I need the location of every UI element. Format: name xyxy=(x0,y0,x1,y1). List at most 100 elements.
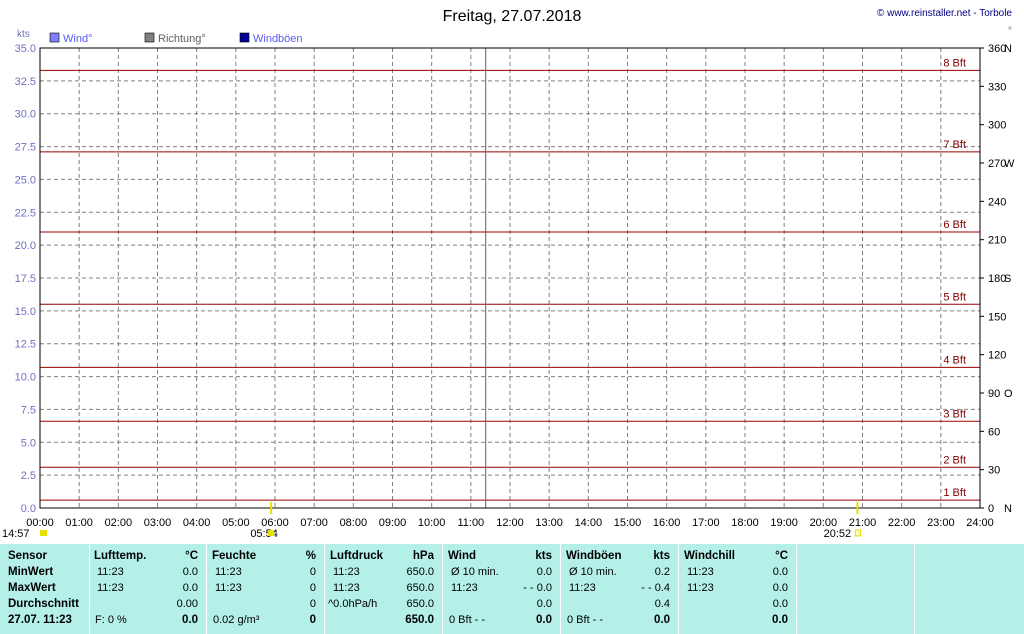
max-value: 650.0 xyxy=(406,582,434,594)
column-title: Windböen xyxy=(566,550,622,562)
avg-value: 650.0 xyxy=(406,598,434,610)
legend-label: Windböen xyxy=(253,33,303,45)
y-left-tick-label: 25.0 xyxy=(15,174,36,186)
x-tick-label: 21:00 xyxy=(849,517,877,529)
current-note: F: 0 % xyxy=(95,614,127,626)
legend-swatch xyxy=(239,32,250,43)
x-tick-label: 24:00 xyxy=(966,517,994,529)
current-value: 0.0 xyxy=(182,614,198,626)
sunset-label: 20:52 xyxy=(824,528,852,540)
y-left-tick-label: 15.0 xyxy=(15,306,36,318)
current-value: 0.0 xyxy=(654,614,670,626)
y-right-direction-label: O xyxy=(1004,388,1013,400)
beaufort-label: 6 Bft xyxy=(943,219,966,231)
y-right-tick-label: 210 xyxy=(988,235,1006,247)
y-left-unit: kts xyxy=(17,29,30,40)
sensor-column: Lufttemp. °C 11:23 0.0 11:23 0.0 0.00 F: 0 % 0.0 xyxy=(89,544,207,634)
legend-swatch xyxy=(49,32,60,43)
current-note: 0.02 g/m³ xyxy=(213,614,260,626)
x-tick-label: 00:00 xyxy=(26,517,54,529)
x-tick-label: 01:00 xyxy=(65,517,93,529)
max-time: 11:23 xyxy=(569,582,596,594)
chart-title: Freitag, 27.07.2018 xyxy=(443,8,582,25)
x-tick-label: 16:00 xyxy=(653,517,681,529)
current-value: 0 xyxy=(309,614,316,626)
y-left-tick-label: 10.0 xyxy=(15,372,36,384)
max-time: 11:23 xyxy=(333,582,360,594)
min-time: 11:23 xyxy=(215,566,242,578)
max-value: 0.0 xyxy=(772,582,788,594)
y-left-tick-label: 35.0 xyxy=(15,43,36,55)
avg-trend: ^0.0hPa/h xyxy=(328,598,378,610)
column-unit: % xyxy=(305,550,316,562)
x-tick-label: 03:00 xyxy=(144,517,172,529)
beaufort-label: 7 Bft xyxy=(943,139,966,151)
beaufort-label: 4 Bft xyxy=(943,354,966,366)
min-value: 0.0 xyxy=(182,566,198,578)
sunrise-dot xyxy=(268,530,275,536)
column-unit: kts xyxy=(653,550,670,562)
min-value: 0.0 xyxy=(772,566,788,578)
min-time: 11:23 xyxy=(333,566,360,578)
min-value: 0 xyxy=(309,566,316,578)
y-left-tick-label: 7.5 xyxy=(21,404,36,416)
current-note: 0 Bft - - xyxy=(567,614,604,626)
row-label-current: 27.07. 11:23 xyxy=(8,614,72,626)
row-label-column: Sensor MinWert MaxWert Durchschnitt 27.0… xyxy=(0,544,90,634)
x-tick-label: 07:00 xyxy=(300,517,328,529)
max-value: - - 0.4 xyxy=(641,582,670,594)
y-right-direction-label: N xyxy=(1004,43,1012,55)
column-unit: °C xyxy=(185,550,198,562)
x-tick-label: 05:00 xyxy=(222,517,250,529)
row-label-avg: Durchschnitt xyxy=(8,598,79,610)
y-left-tick-label: 0.0 xyxy=(21,503,36,515)
x-tick-label: 18:00 xyxy=(731,517,759,529)
row-label-max: MaxWert xyxy=(8,582,56,594)
y-left-tick-label: 27.5 xyxy=(15,142,36,154)
day-start-label: 14:57 xyxy=(2,528,30,540)
y-right-direction-label: S xyxy=(1004,273,1011,285)
max-time: 11:23 xyxy=(451,582,478,594)
y-right-unit: ° xyxy=(1008,26,1012,37)
y-left-tick-label: 30.0 xyxy=(15,109,36,121)
column-title: Wind xyxy=(448,550,476,562)
avg-value: 0 xyxy=(309,598,316,610)
y-right-direction-label: N xyxy=(1004,503,1012,515)
avg-value: 0.0 xyxy=(536,598,552,610)
x-tick-label: 23:00 xyxy=(927,517,955,529)
x-tick-label: 19:00 xyxy=(770,517,798,529)
max-time: 11:23 xyxy=(97,582,124,594)
row-label-sensor: Sensor xyxy=(8,550,47,562)
max-value: - - 0.0 xyxy=(523,582,552,594)
min-time: Ø 10 min. xyxy=(451,566,499,578)
y-left-tick-label: 20.0 xyxy=(15,240,36,252)
sensor-column: Wind kts Ø 10 min. 0.0 11:23 - - 0.0 0.0 0 Bft … xyxy=(443,544,561,634)
sunset-dot xyxy=(854,529,861,537)
max-value: 0.0 xyxy=(182,582,198,594)
min-value: 0.2 xyxy=(654,566,670,578)
sensor-column: Feuchte% 11:23 0 11:23 0 0 0.02 g/m³ 0 xyxy=(207,544,325,634)
beaufort-label: 2 Bft xyxy=(943,454,966,466)
y-left-tick-label: 12.5 xyxy=(15,339,36,351)
x-tick-label: 02:00 xyxy=(105,517,133,529)
sensor-column: Windchill °C 11:23 0.0 11:23 0.0 0.0 0.0 xyxy=(679,544,797,634)
y-right-tick-label: 0 xyxy=(988,503,994,515)
y-right-tick-label: 60 xyxy=(988,426,1000,438)
avg-value: 0.4 xyxy=(654,598,670,610)
column-unit: °C xyxy=(775,550,788,562)
min-time: 11:23 xyxy=(97,566,124,578)
min-time: Ø 10 min. xyxy=(569,566,617,578)
x-tick-label: 12:00 xyxy=(496,517,524,529)
x-tick-label: 08:00 xyxy=(340,517,368,529)
column-unit: hPa xyxy=(412,550,434,562)
column-title: Luftdruck xyxy=(330,550,384,562)
sensor-table: Sensor MinWert MaxWert Durchschnitt 27.0… xyxy=(0,544,1024,634)
y-right-tick-label: 150 xyxy=(988,311,1006,323)
x-tick-label: 09:00 xyxy=(379,517,407,529)
column-title: Windchill xyxy=(684,550,736,562)
y-right-tick-label: 300 xyxy=(988,120,1006,132)
min-value: 0.0 xyxy=(536,566,552,578)
legend-label: Wind° xyxy=(63,33,92,45)
x-tick-label: 22:00 xyxy=(888,517,916,529)
day-start-dot xyxy=(40,530,47,536)
